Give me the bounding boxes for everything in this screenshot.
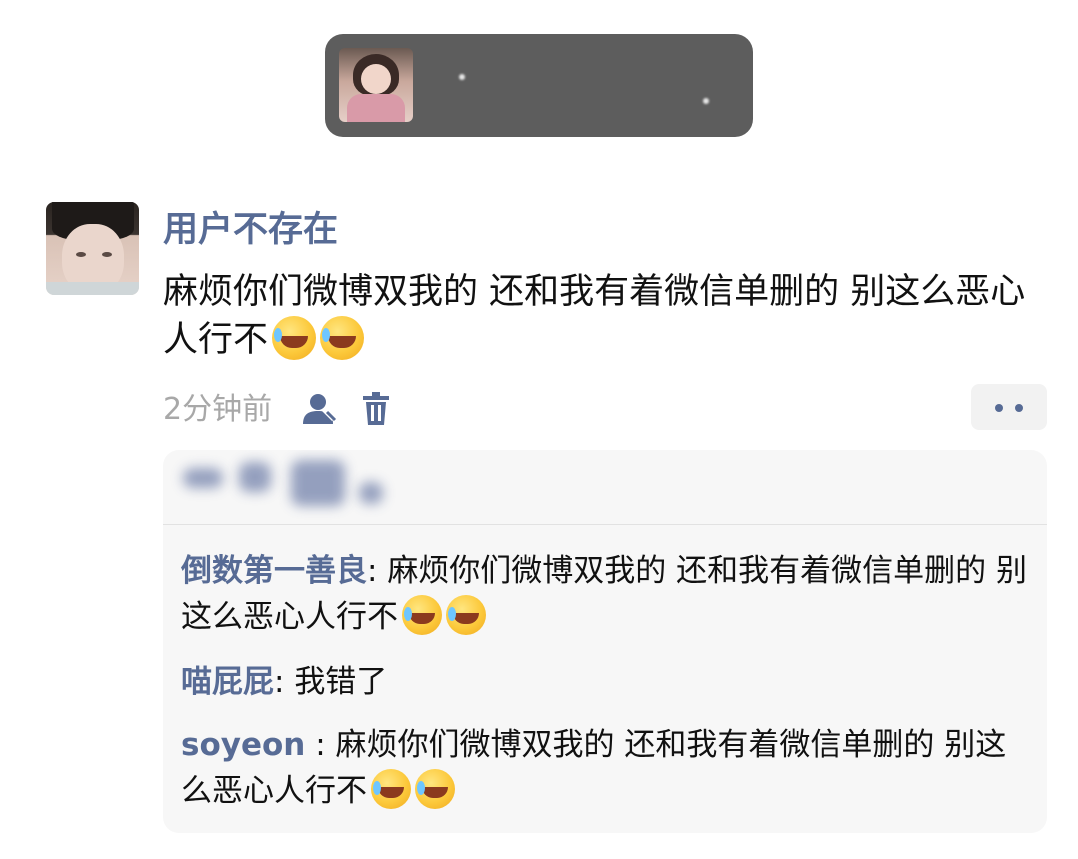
reply-item[interactable]: 倒数第一善良: 麻烦你们微博双我的 还和我有着微信单删的 别这么恶心人行不	[181, 548, 1033, 640]
blurred-like-icon	[183, 468, 223, 488]
laugh-cry-emoji-icon	[272, 316, 317, 360]
likes-row	[163, 450, 1047, 525]
trash-icon[interactable]	[361, 392, 391, 426]
reply-separator: :	[367, 553, 388, 589]
comment-timestamp: 2分钟前	[163, 392, 273, 427]
reply-text: 我错了	[294, 664, 388, 700]
person-icon[interactable]	[301, 392, 337, 426]
reply-separator: :	[274, 664, 295, 700]
comment-username[interactable]: 用户不存在	[163, 208, 338, 252]
laugh-cry-emoji-icon	[402, 595, 442, 635]
banner-thumbnail-image	[339, 48, 413, 122]
comment-meta-row: 2分钟前	[163, 384, 1047, 432]
reply-author[interactable]: 倒数第一善良	[181, 553, 367, 589]
reply-separator: :	[305, 727, 336, 763]
blurred-like-name	[239, 462, 271, 492]
blurred-text-dot	[703, 98, 709, 104]
blurred-like-name	[291, 460, 345, 506]
reply-item[interactable]: soyeon : 麻烦你们微博双我的 还和我有着微信单删的 别这么恶心人行不	[181, 722, 1033, 814]
reply-item[interactable]: 喵屁屁: 我错了	[181, 659, 1033, 705]
reply-author[interactable]: soyeon	[181, 727, 305, 763]
blurred-text-dot	[459, 74, 465, 80]
top-banner[interactable]	[325, 34, 753, 137]
replies-box: 倒数第一善良: 麻烦你们微博双我的 还和我有着微信单删的 别这么恶心人行不 喵屁…	[163, 450, 1047, 833]
laugh-cry-emoji-icon	[320, 316, 365, 360]
laugh-cry-emoji-icon	[371, 769, 411, 809]
reply-author[interactable]: 喵屁屁	[181, 664, 274, 700]
blurred-like-name	[359, 482, 383, 504]
laugh-cry-emoji-icon	[415, 769, 455, 809]
laugh-cry-emoji-icon	[446, 595, 486, 635]
user-avatar[interactable]	[46, 202, 139, 295]
comment-text: 麻烦你们微博双我的 还和我有着微信单删的 别这么恶心人行不	[163, 268, 1043, 364]
more-options-button[interactable]	[971, 384, 1047, 430]
